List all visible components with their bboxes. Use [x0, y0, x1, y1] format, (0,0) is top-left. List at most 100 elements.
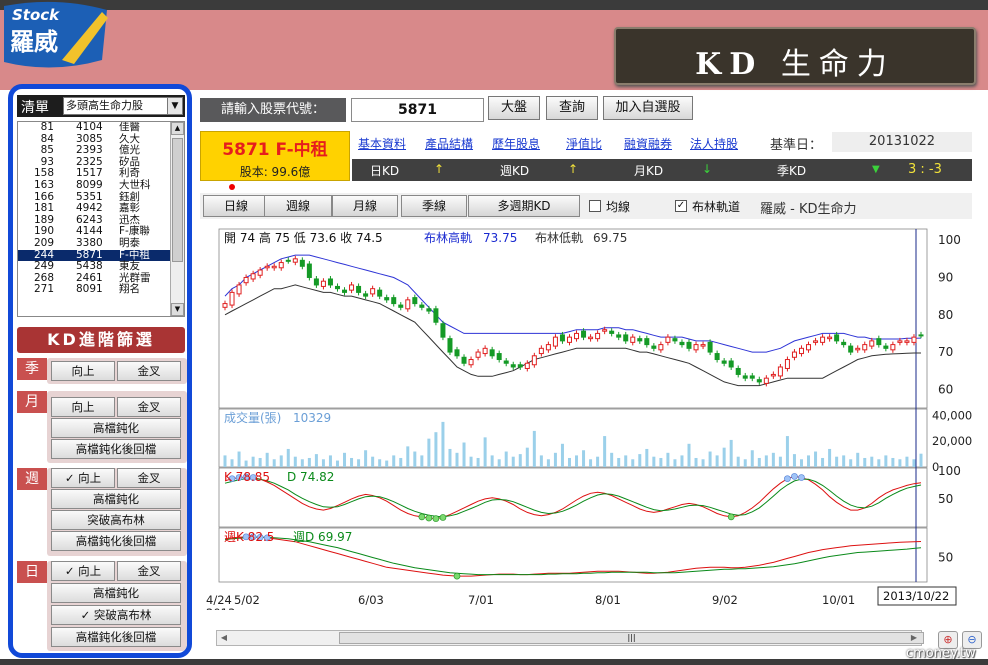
month-up-button[interactable]: 向上 [51, 397, 115, 417]
add-watchlist-button[interactable]: 加入自選股 [603, 96, 693, 120]
week-break-boll-button[interactable]: 突破高布林 [51, 510, 181, 530]
season-cross-button[interactable]: 金叉 [117, 361, 181, 381]
volume-bar [427, 438, 431, 467]
stock-list-cell: 271 [33, 283, 54, 296]
group-month-panel: 向上 金叉 高檔鈍化 高檔鈍化後回檔 [47, 391, 187, 463]
chart-canvas[interactable]: 1009080706040,00020,00001005050開 74 高 75… [205, 225, 988, 610]
candle-body [398, 304, 404, 308]
link-pb-ratio[interactable]: 淨值比 [566, 135, 602, 152]
stock-rows: 81 4104 佳醫 84 3085 久大 85 2393 億光 93 2325 矽品 158 1517 利… [18, 122, 184, 296]
day-high-dull-button[interactable]: 高檔鈍化 [51, 583, 181, 603]
candle-body [763, 377, 769, 384]
day-kd-label: 日KD [370, 164, 400, 178]
candle-body [342, 289, 348, 293]
stock-list-cell: 81 [40, 121, 54, 133]
list-select[interactable]: 多頭高生命力股 ▼ [63, 97, 183, 115]
chart-scrollbar[interactable]: ◀ ||| ▶ [216, 630, 924, 646]
multi-period-kd-button[interactable]: 多週期KD [468, 195, 580, 217]
stock-code-label: 請輸入股票代號： [200, 98, 346, 122]
month-high-dull-pullback-button[interactable]: 高檔鈍化後回檔 [51, 439, 181, 459]
weekly-button[interactable]: 週線 [264, 195, 332, 217]
day-cross-button[interactable]: 金叉 [117, 561, 181, 581]
query-button[interactable]: 查詢 [546, 96, 598, 120]
volume-bar [898, 459, 902, 467]
stock-code-input[interactable]: 5871 [351, 98, 484, 122]
link-dividends[interactable]: 歷年股息 [492, 135, 540, 152]
candle-body [419, 304, 425, 308]
stock-list-row[interactable]: 249 5438 東友 [18, 261, 184, 273]
candle-body [292, 258, 298, 263]
kd-tick-label: 50 [938, 492, 953, 506]
link-margin[interactable]: 融資融券 [624, 135, 672, 152]
candle-body [672, 338, 678, 342]
candle-body [791, 351, 797, 358]
scroll-up-icon[interactable]: ▲ [171, 122, 184, 135]
volume-bar [617, 457, 621, 467]
stock-list-row[interactable]: 209 3380 明泰 [18, 237, 184, 250]
candle-body [770, 373, 776, 377]
stock-list-row[interactable]: 271 8091 翔名 [18, 284, 184, 296]
season-button[interactable]: 季線 [401, 195, 467, 217]
scroll-down-icon[interactable]: ▼ [171, 303, 184, 316]
group-season: 季 向上 金叉 [17, 358, 187, 384]
stock-list[interactable]: 81 4104 佳醫 84 3085 久大 85 2393 億光 93 2325 矽品 158 1517 利… [17, 121, 185, 317]
daily-button[interactable]: 日線 [203, 195, 269, 217]
link-institutional[interactable]: 法人持股 [690, 135, 738, 152]
candle-body [236, 284, 242, 295]
candle-body [623, 334, 629, 342]
link-product-structure[interactable]: 產品結構 [425, 135, 473, 152]
candle-body [299, 259, 305, 267]
boll-checkbox[interactable]: ✓ [675, 200, 687, 212]
candle-body [320, 280, 326, 287]
candle-body [496, 353, 502, 361]
week-high-dull-pullback-button[interactable]: 高檔鈍化後回檔 [51, 531, 181, 551]
day-high-dull-pullback-button[interactable]: 高檔鈍化後回檔 [51, 627, 181, 647]
day-up-button[interactable]: ✓ 向上 [51, 561, 115, 581]
scroll-thumb[interactable] [172, 138, 183, 262]
month-high-dull-button[interactable]: 高檔鈍化 [51, 418, 181, 438]
candle-body [595, 332, 601, 340]
volume-bar [771, 452, 775, 467]
candle-body [665, 336, 671, 343]
month-cross-button[interactable]: 金叉 [117, 397, 181, 417]
stock-list-row[interactable]: 181 4942 嘉彰 [18, 203, 184, 215]
candle-body [412, 297, 418, 305]
chart-scroll-thumb[interactable]: ||| [339, 632, 924, 644]
week-cross-button[interactable]: 金叉 [117, 468, 181, 488]
candle-body [222, 303, 228, 308]
chevron-down-icon[interactable]: ▼ [167, 98, 182, 114]
volume-bar [856, 452, 860, 467]
week-up-button[interactable]: ✓ 向上 [51, 468, 115, 488]
volume-bar [525, 447, 529, 467]
monthly-button[interactable]: 月線 [332, 195, 398, 217]
list-scrollbar[interactable]: ▲ ▼ [170, 122, 184, 316]
candle-body [855, 347, 861, 351]
d-line [224, 478, 922, 518]
candle-body [229, 291, 235, 306]
chart-area[interactable]: 100 90 80 70 60 40,000 20,000 0 100 50 50 開 74 高 75… [205, 225, 988, 610]
season-up-button[interactable]: 向上 [51, 361, 115, 381]
link-basic-info[interactable]: 基本資料 [358, 135, 406, 152]
x-tick-label: 5/02 [234, 593, 260, 607]
volume-bar [399, 457, 403, 467]
ma-checkbox[interactable] [589, 200, 601, 212]
candle-body [820, 336, 826, 343]
candle-body [686, 341, 692, 349]
volume-bar [884, 455, 888, 467]
stock-list-row[interactable]: 81 4104 佳醫 [18, 122, 184, 134]
scroll-right-icon[interactable]: ▶ [907, 631, 921, 645]
candle-body [468, 359, 474, 366]
day-break-boll-button[interactable]: ✓ 突破高布林 [51, 605, 181, 625]
volume-bar [687, 443, 691, 467]
week-high-dull-button[interactable]: 高檔鈍化 [51, 489, 181, 509]
group-week-tag: 週 [17, 468, 47, 490]
ref-date-value: 20131022 [832, 132, 972, 152]
scroll-left-icon[interactable]: ◀ [217, 631, 231, 645]
market-button[interactable]: 大盤 [488, 96, 540, 120]
volume-bar [539, 455, 543, 467]
x-tick-label: 10/01 [822, 593, 855, 607]
volume-bar [251, 456, 255, 467]
stock-list-row[interactable]: 163 8099 大世科 [18, 179, 184, 192]
volume-bar [701, 459, 705, 467]
candle-body [489, 349, 495, 357]
